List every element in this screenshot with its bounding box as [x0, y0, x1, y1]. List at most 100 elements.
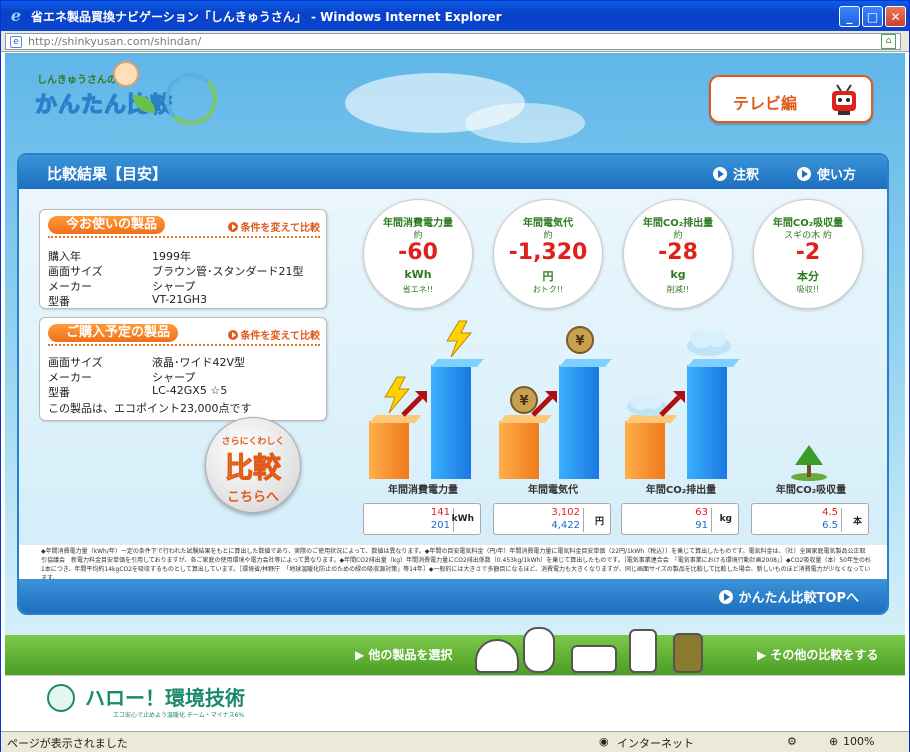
tree-icon	[791, 445, 827, 481]
top-link-label: かんたん比較TOPへ	[738, 591, 859, 606]
notes-link-label: 注釈	[733, 168, 760, 183]
svg-text:¥: ¥	[575, 334, 584, 349]
recycle-ring-icon	[165, 73, 217, 125]
bar-label: 年間CO₂吸収量	[775, 485, 847, 496]
summary-circle-power: 年間消費電力量 約 -60 kWh 省エネ!!	[363, 199, 473, 309]
card-header: ご購入予定の製品 条件を変えて比較	[48, 324, 320, 346]
spec-value: 液晶･ワイド42V型	[152, 356, 246, 369]
close-button[interactable]: ✕	[885, 6, 906, 27]
planned-product-card: ご購入予定の製品 条件を変えて比較 画面サイズ 液晶･ワイド42V型 メーカー シャ…	[39, 317, 327, 421]
panel-body: 今お使いの製品 条件を変えて比較 購入年 1999年 画面サイズ ブラウン管･スタン…	[19, 189, 887, 545]
detailed-compare-line3: こちらへ	[226, 490, 279, 505]
maximize-button[interactable]: □	[862, 6, 883, 27]
change-conditions-link[interactable]: 条件を変えて比較	[227, 327, 321, 342]
site-logo[interactable]: しんきゅうさんの かんたん比較	[33, 61, 233, 133]
spec-key: 型番	[48, 295, 70, 308]
appliance-characters	[469, 613, 741, 673]
footer-logo[interactable]: ハロー！環境技術	[85, 682, 245, 711]
bar-label: 年間電気代	[528, 485, 578, 496]
howto-link[interactable]: 使い方	[797, 164, 856, 183]
bar-cost-new	[559, 359, 612, 479]
tv-category-label: テレビ編	[733, 94, 798, 113]
protected-mode-icon[interactable]: ⚙	[787, 735, 797, 748]
fridge-character-icon[interactable]	[629, 629, 657, 673]
spec-key: メーカー	[48, 371, 92, 384]
notes-link[interactable]: 注釈	[713, 164, 759, 183]
bar-label: 年間CO₂排出量	[645, 485, 717, 496]
play-icon	[718, 589, 733, 604]
circle-note: 削減!!	[666, 285, 690, 294]
value-unit: kWh	[451, 514, 474, 524]
url-field[interactable]: e http://shinkyusan.com/shindan/ ⌂	[5, 33, 901, 50]
select-other-product-label: 他の製品を選択	[368, 648, 453, 662]
circle-note: 吸収!!	[796, 285, 820, 294]
circle-value: -60	[398, 240, 438, 265]
bar-co2-old	[625, 415, 678, 479]
value-box-co2: 63 91 kg	[621, 503, 739, 535]
other-compare-link[interactable]: ▶ その他の比較をする	[757, 646, 878, 663]
result-panel: 比較結果【目安】 注釈 使い方 今お使いの製品 条件を変えて比較 購入年 1999…	[17, 153, 889, 615]
old-value: 141	[430, 507, 450, 518]
globe-icon	[47, 684, 75, 712]
bar-power-new	[431, 359, 484, 479]
page-footer: ハロー！環境技術 エコ安心で止めよう温暖化 チーム・マイナス6%	[5, 675, 905, 731]
spec-key: 画面サイズ	[48, 265, 103, 278]
tv-category-button[interactable]: テレビ編	[709, 75, 873, 123]
new-value: 201	[430, 520, 450, 531]
detailed-compare-button[interactable]: さらにくわしく 比較 こちらへ	[205, 417, 301, 513]
cloud-icon	[687, 330, 731, 356]
spec-key: 購入年	[48, 250, 81, 263]
spec-value: VT-21GH3	[152, 293, 207, 306]
zoom-level[interactable]: 100%	[843, 735, 874, 748]
value-unit: 円	[594, 517, 604, 527]
increase-arrow-icon	[401, 391, 427, 417]
play-icon	[713, 166, 727, 181]
new-value: 6.5	[822, 520, 838, 531]
new-value: 91	[695, 520, 708, 531]
value-unit: 本	[852, 517, 862, 527]
top-link[interactable]: かんたん比較TOPへ	[718, 587, 859, 606]
bar-label: 年間消費電力量	[388, 485, 458, 496]
change-conditions-link[interactable]: 条件を変えて比較	[227, 219, 321, 234]
lightning-icon	[446, 320, 473, 358]
svg-text:¥: ¥	[519, 394, 528, 409]
panel-header: 比較結果【目安】 注釈 使い方	[19, 155, 887, 189]
tv-robot-icon	[832, 84, 856, 115]
spec-row: メーカー シャープ	[48, 278, 320, 294]
howto-link-label: 使い方	[817, 168, 857, 183]
panel-footer: かんたん比較TOPへ	[19, 579, 887, 613]
change-conditions-label: 条件を変えて比較	[240, 223, 321, 234]
aircon-character-icon[interactable]	[475, 639, 519, 673]
circle-unit: 本分	[797, 270, 819, 283]
circle-heading: 年間CO₂排出量	[642, 218, 714, 229]
url-text: http://shinkyusan.com/shindan/	[28, 35, 202, 48]
tv-character-icon[interactable]	[673, 633, 703, 673]
yen-coin-icon: ¥	[566, 326, 594, 354]
circle-value: -2	[795, 240, 821, 265]
window-title: 省エネ製品買換ナビゲーション「しんきゅうさん」 - Windows Intern…	[31, 9, 502, 24]
circle-note: 省エネ!!	[402, 285, 434, 294]
planned-product-heading: ご購入予定の製品	[48, 324, 179, 342]
summary-circle-co2-absorb: 年間CO₂吸収量 スギの木 約 -2 本分 吸収!!	[753, 199, 863, 309]
old-value: 4.5	[822, 507, 838, 518]
bulb-character-icon[interactable]	[523, 627, 555, 673]
panel-title: 比較結果【目安】	[47, 165, 168, 183]
spec-row: 型番 VT-21GH3	[48, 293, 320, 309]
aircon-unit-character-icon[interactable]	[571, 645, 617, 673]
spec-value: LC-42GX5 ☆5	[152, 384, 228, 397]
bar-co2-new	[687, 359, 740, 479]
bar-cost-old	[499, 415, 552, 479]
select-other-product-link[interactable]: ▶ 他の製品を選択	[355, 646, 452, 663]
increase-arrow-icon	[531, 391, 557, 417]
feed-icon[interactable]: ⌂	[881, 34, 896, 49]
change-conditions-label: 条件を変えて比較	[240, 331, 321, 342]
summary-circle-co2-emission: 年間CO₂排出量 約 -28 kg 削減!!	[623, 199, 733, 309]
minimize-button[interactable]: _	[839, 6, 860, 27]
status-text: ページが表示されました	[7, 737, 128, 750]
eco-point-text: この製品は、エコポイント23,000点です	[48, 402, 252, 415]
spec-value: 1999年	[152, 250, 191, 263]
circle-unit: kg	[670, 268, 686, 281]
bar-power-old	[369, 415, 422, 479]
address-bar: e http://shinkyusan.com/shindan/ ⌂	[1, 31, 909, 52]
cloud	[465, 103, 585, 143]
